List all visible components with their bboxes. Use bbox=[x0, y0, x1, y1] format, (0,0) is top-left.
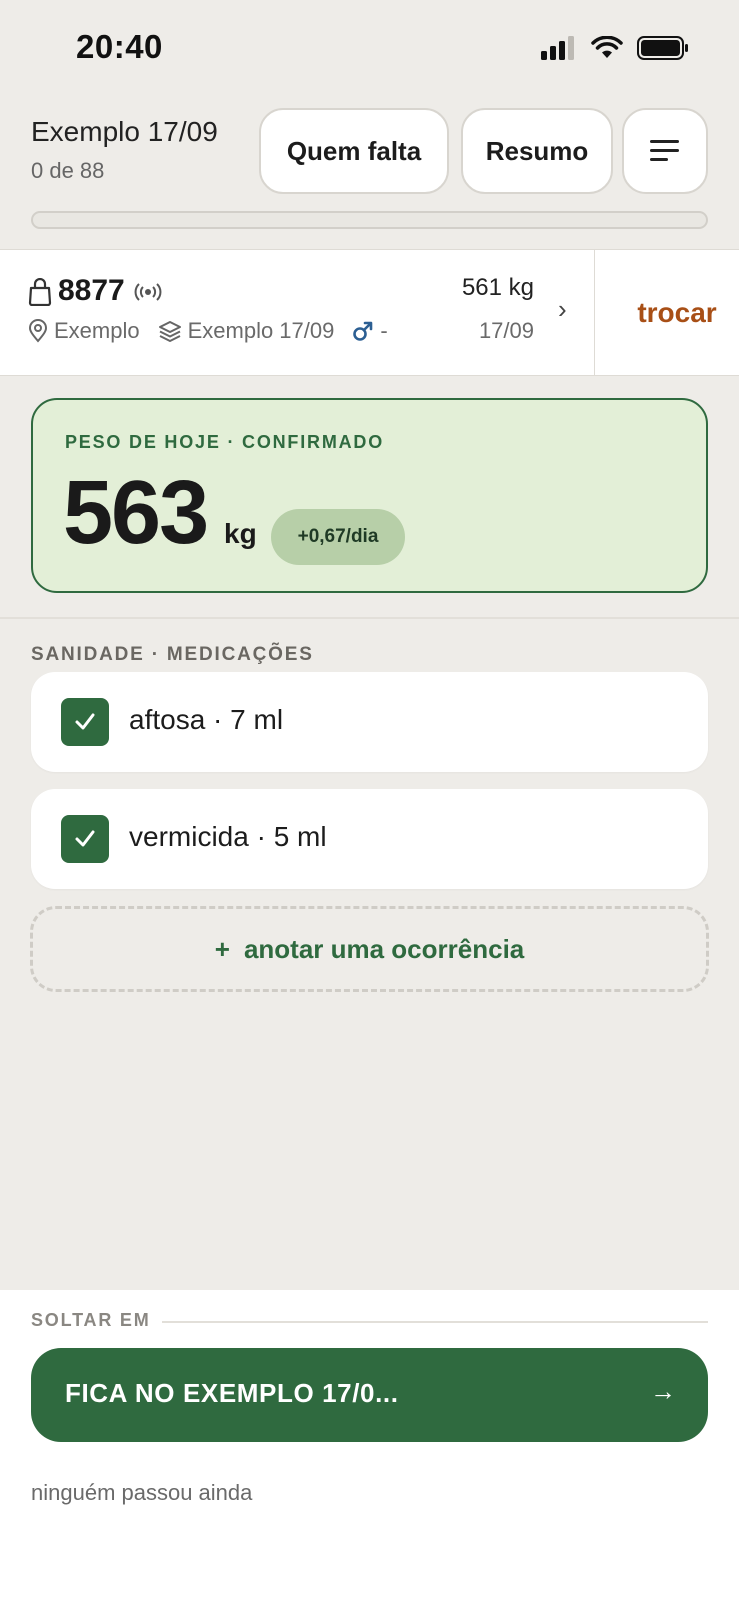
medication-item[interactable]: aftosa · 7 ml bbox=[31, 672, 708, 772]
weight-caption: PESO DE HOJE · CONFIRMADO bbox=[65, 432, 385, 452]
summary-button[interactable]: Resumo bbox=[461, 108, 613, 194]
section-divider bbox=[0, 617, 739, 619]
today-weight-card: PESO DE HOJE · CONFIRMADO 563 kg +0,67/d… bbox=[31, 398, 708, 593]
last-weigh-date: 17/09 bbox=[478, 318, 534, 343]
chevron-right-icon: › bbox=[558, 294, 567, 324]
release-divider bbox=[162, 1321, 708, 1323]
location-pin-icon bbox=[28, 319, 48, 343]
medication-checkbox[interactable] bbox=[61, 698, 109, 746]
status-bar: 20:40 bbox=[0, 0, 739, 100]
who-is-missing-button[interactable]: Quem falta bbox=[259, 108, 449, 194]
status-time: 20:40 bbox=[76, 28, 163, 65]
animal-batch-label: Exemplo 17/09 bbox=[187, 318, 335, 343]
wifi-icon bbox=[591, 36, 623, 58]
animal-id: 8877 bbox=[58, 274, 125, 307]
animal-meta: Exemplo Exemplo 17/09 - bbox=[28, 318, 406, 344]
add-occurrence-button[interactable]: + anotar uma ocorrência bbox=[30, 906, 709, 992]
ear-tag-icon bbox=[28, 278, 52, 306]
swap-label: trocar bbox=[637, 296, 717, 328]
medication-label: aftosa · 7 ml bbox=[129, 704, 284, 735]
status-icons bbox=[541, 36, 689, 60]
battery-icon bbox=[637, 36, 688, 60]
stay-in-batch-button[interactable]: FICA NO EXEMPLO 17/0... → bbox=[31, 1348, 708, 1442]
menu-button[interactable] bbox=[622, 108, 708, 194]
checkmark-icon bbox=[75, 713, 95, 730]
header: Exemplo 17/09 0 de 88 Quem falta Resumo bbox=[31, 108, 708, 198]
checkmark-icon bbox=[75, 830, 95, 847]
male-icon bbox=[353, 321, 373, 341]
footer-status: ninguém passou ainda bbox=[31, 1480, 253, 1505]
medications-section-title: SANIDADE · MEDICAÇÕES bbox=[31, 644, 314, 665]
page-title: Exemplo 17/09 bbox=[31, 116, 218, 147]
bottom-sheet: SOLTAR EM FICA NO EXEMPLO 17/0... → ning… bbox=[0, 1290, 739, 1600]
medication-checkbox[interactable] bbox=[61, 815, 109, 863]
animal-sex-label: - bbox=[380, 318, 388, 343]
daily-gain-badge: +0,67/dia bbox=[271, 509, 405, 565]
plus-icon: + bbox=[214, 933, 230, 964]
progress-count: 0 de 88 bbox=[31, 158, 105, 183]
weight-value: 563 bbox=[63, 463, 209, 563]
release-in-label: SOLTAR EM bbox=[31, 1310, 151, 1330]
animal-location: Exemplo bbox=[28, 318, 140, 344]
arrow-right-icon: → bbox=[650, 1376, 676, 1406]
layers-icon bbox=[158, 321, 181, 342]
weight-unit: kg bbox=[224, 518, 257, 549]
medication-label: vermicida · 5 ml bbox=[129, 821, 327, 852]
swap-animal-button[interactable]: trocar bbox=[594, 250, 739, 375]
progress-bar bbox=[31, 211, 708, 229]
animal-sex: - bbox=[352, 318, 388, 344]
stay-in-batch-label: FICA NO EXEMPLO 17/0... bbox=[65, 1378, 399, 1408]
hamburger-menu-icon bbox=[650, 140, 679, 161]
add-occurrence-label: anotar uma ocorrência bbox=[243, 933, 525, 964]
cellular-signal-icon bbox=[541, 36, 574, 60]
animal-card[interactable]: 8877 Exemplo Exemplo 17/09 - 561 kg 17/0… bbox=[0, 249, 739, 376]
medication-item[interactable]: vermicida · 5 ml bbox=[31, 789, 708, 889]
animal-location-label: Exemplo bbox=[54, 318, 140, 343]
last-weight: 561 kg bbox=[461, 274, 534, 301]
rfid-icon bbox=[134, 283, 162, 301]
animal-batch: Exemplo 17/09 bbox=[158, 318, 335, 344]
